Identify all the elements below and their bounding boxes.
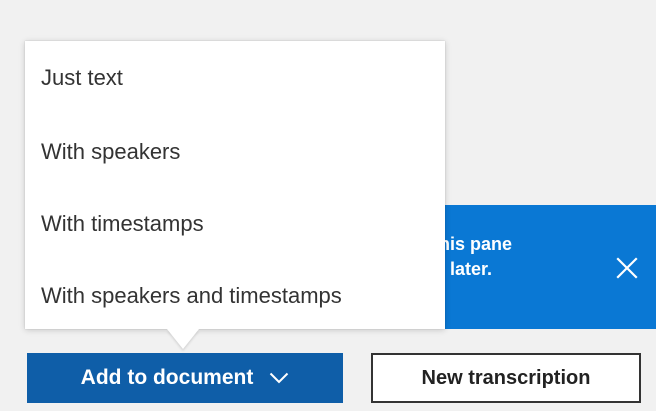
menu-item-with-speakers[interactable]: With speakers: [25, 125, 445, 179]
add-to-document-label: Add to document: [80, 366, 254, 389]
transcription-pane: e this pane o it later. Just text With s…: [0, 0, 656, 411]
menu-callout-pointer: [167, 329, 199, 349]
menu-item-with-timestamps[interactable]: With timestamps: [25, 197, 445, 251]
close-icon: [616, 257, 638, 279]
add-to-document-menu: Just text With speakers With timestamps …: [25, 41, 445, 329]
chevron-down-icon: [269, 371, 289, 385]
banner-close-button[interactable]: [610, 251, 644, 285]
menu-item-with-speakers-and-timestamps[interactable]: With speakers and timestamps: [25, 269, 445, 323]
add-to-document-button[interactable]: Add to document: [27, 353, 343, 403]
menu-item-just-text[interactable]: Just text: [25, 51, 445, 105]
new-transcription-button[interactable]: New transcription: [371, 353, 641, 403]
